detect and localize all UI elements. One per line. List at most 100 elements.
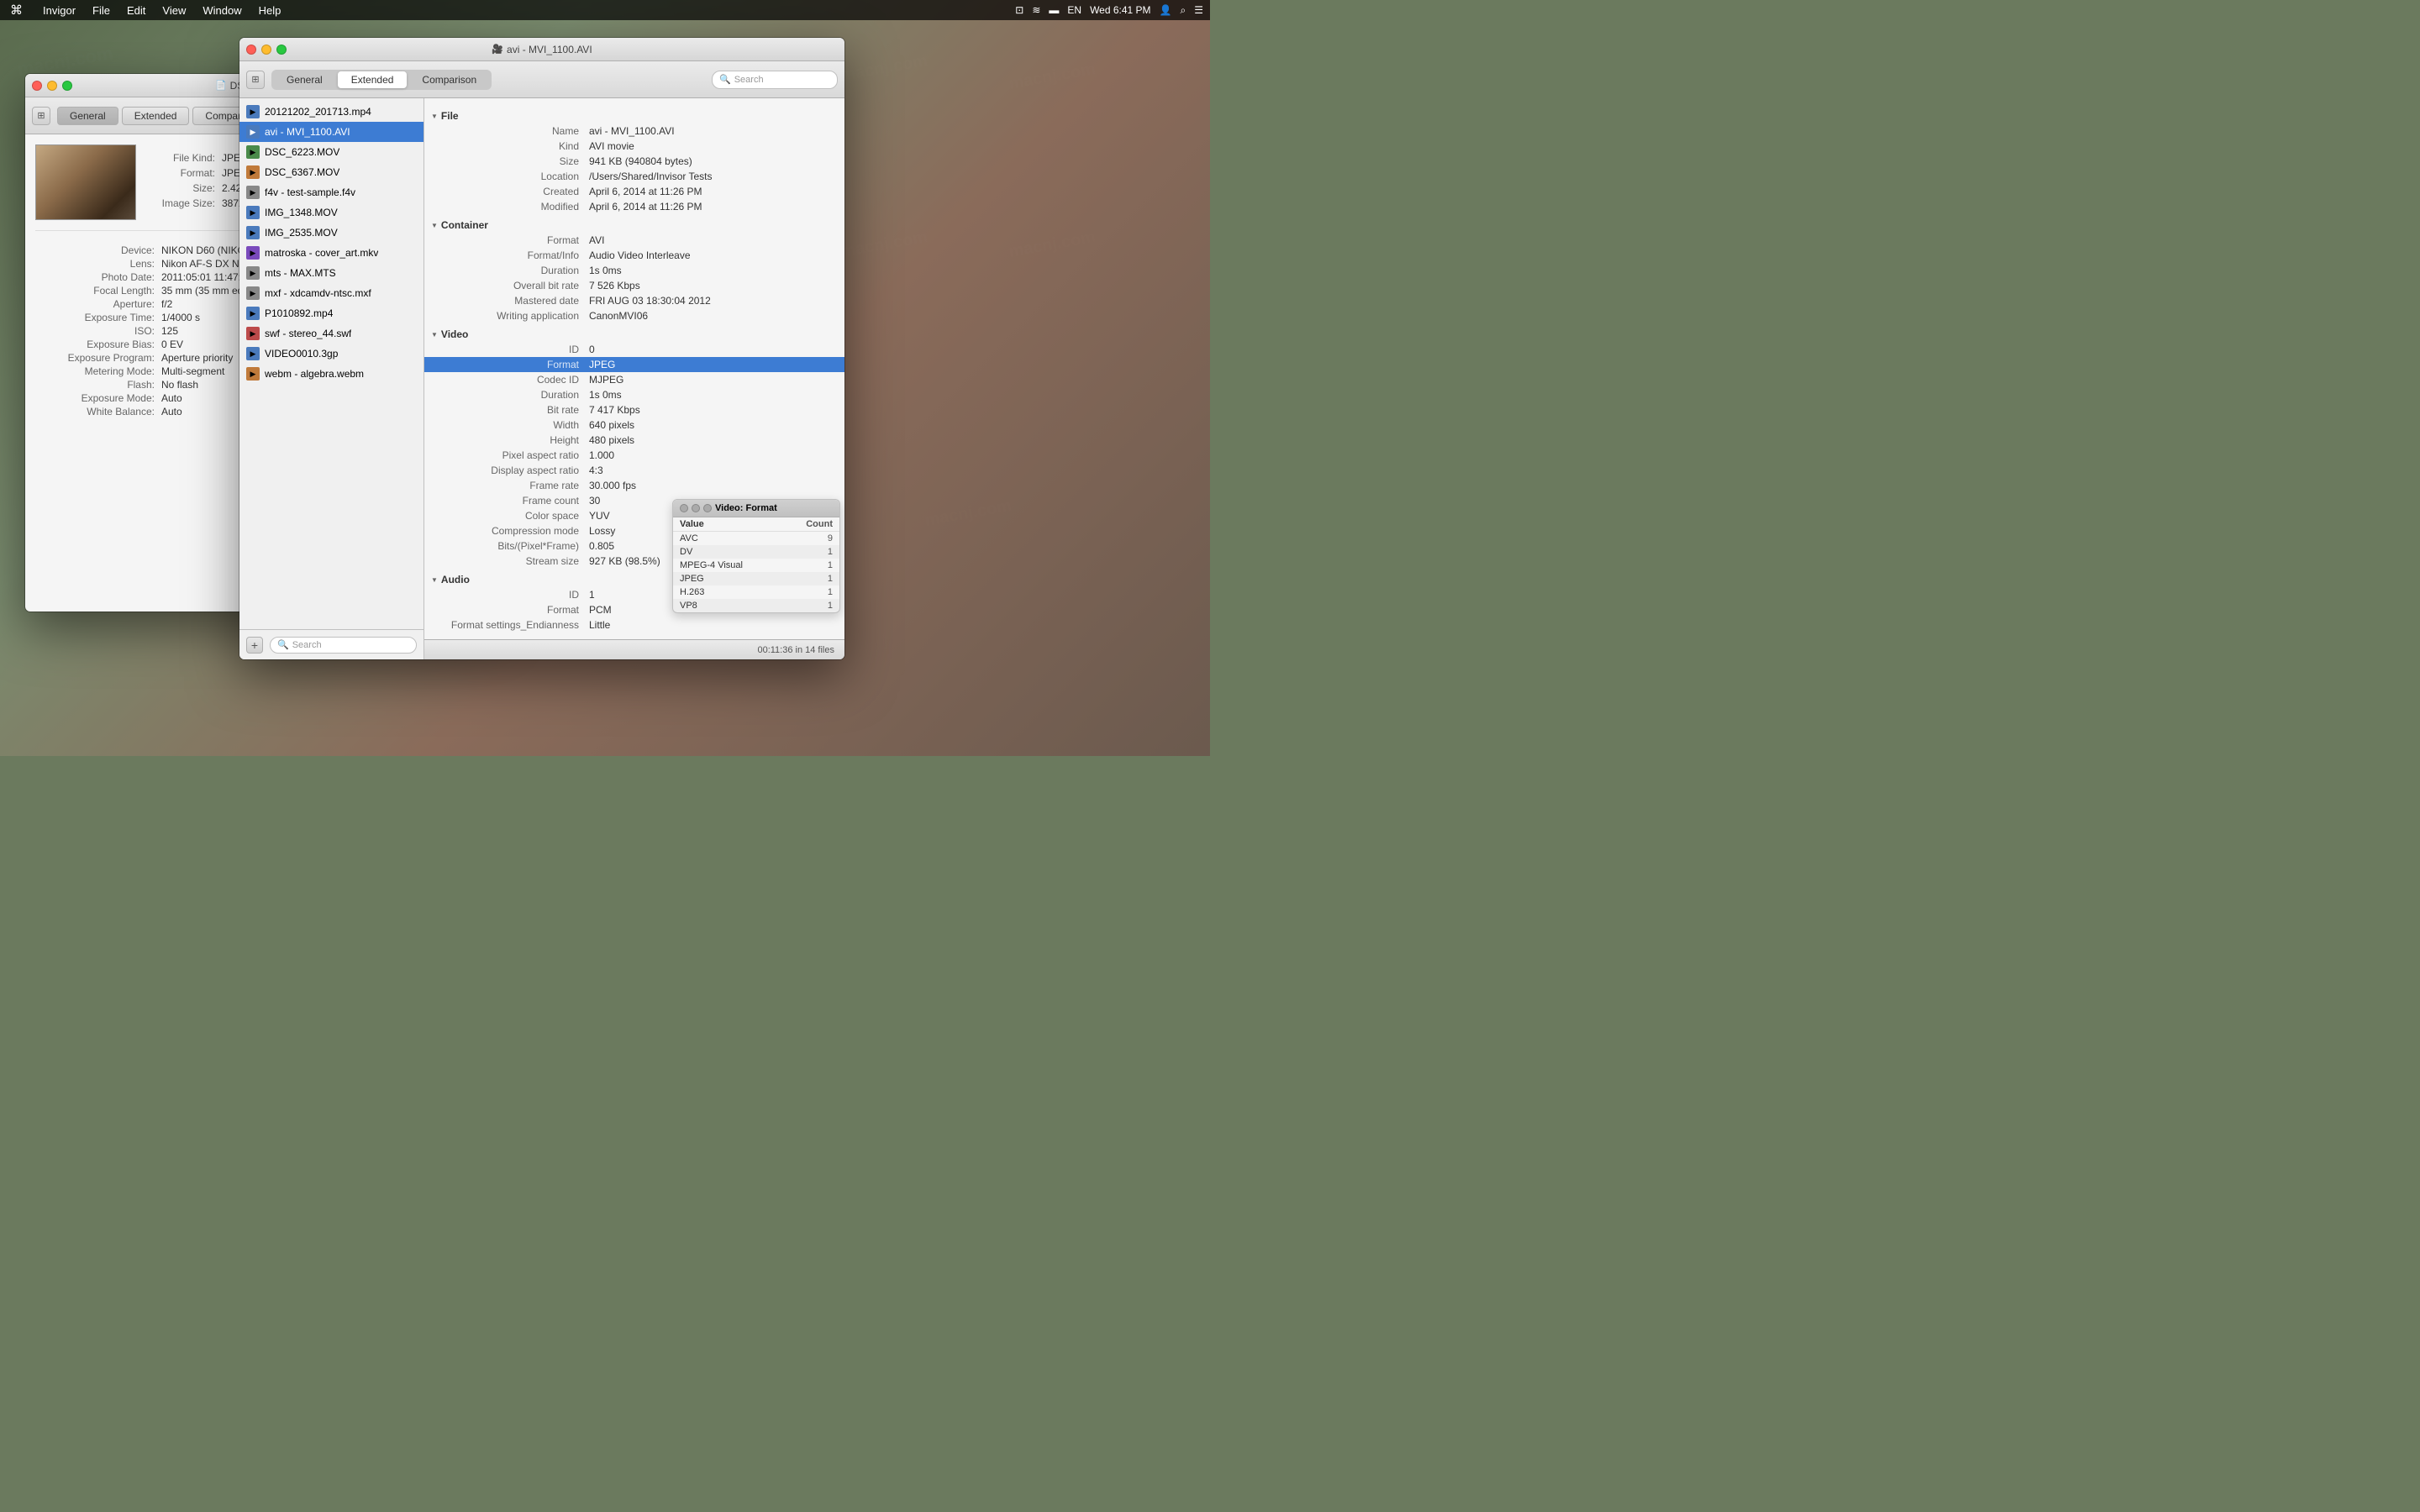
avi-file-icon: 🎥 [492,44,503,55]
row-value: April 6, 2014 at 11:26 PM [589,186,831,197]
sidebar-bottom: + 🔍 Search [239,629,424,659]
sidebar-item[interactable]: ▶matroska - cover_art.mkv [239,243,424,263]
menubar-wifi-icon: ≋ [1032,4,1040,16]
table-row: Bit rate7 417 Kbps [424,402,844,417]
exif-aperture-label: Aperture: [35,298,161,310]
menu-edit[interactable]: Edit [124,4,149,17]
close-button[interactable] [32,81,42,91]
sidebar-item[interactable]: ▶VIDEO0010.3gp [239,344,424,364]
popup-count: 1 [799,560,833,570]
avi-tab-comparison[interactable]: Comparison [408,71,490,88]
sidebar-item-icon: ▶ [246,145,260,159]
avi-tab-extended[interactable]: Extended [338,71,408,88]
row-label: Format [438,234,589,246]
row-value: CanonMVI06 [589,310,831,322]
row-label: Compression mode [438,525,589,537]
table-row: Mastered dateFRI AUG 03 18:30:04 2012 [424,293,844,308]
row-value: 640 pixels [589,419,831,431]
sidebar-item[interactable]: ▶DSC_6223.MOV [239,142,424,162]
container-rows: FormatAVI Format/InfoAudio Video Interlea… [424,233,844,323]
row-label: Overall bit rate [438,280,589,291]
menubar-battery-icon: ▬ [1049,4,1059,16]
tab-extended[interactable]: Extended [122,107,190,125]
tab-general[interactable]: General [57,107,118,125]
popup-value: AVC [680,533,799,543]
sidebar-item[interactable]: ▶IMG_1348.MOV [239,202,424,223]
sidebar-item[interactable]: ▶mxf - xdcamdv-ntsc.mxf [239,283,424,303]
app-name[interactable]: Invigor [39,4,79,17]
search-icon: 🔍 [719,74,731,85]
menu-help[interactable]: Help [255,4,285,17]
avi-search-box[interactable]: 🔍 Search [712,71,838,89]
row-value: AVI [589,234,831,246]
sidebar-item[interactable]: ▶P1010892.mp4 [239,303,424,323]
file-triangle-icon: ▼ [431,113,438,120]
thumbnail-image [36,145,135,219]
sidebar-search-box[interactable]: 🔍 Search [270,637,417,654]
exif-metering-mode-label: Metering Mode: [35,365,161,377]
file-section-header: ▼ File [424,108,844,123]
sidebar-item-name: P1010892.mp4 [265,307,333,319]
size-label: Size: [146,182,222,194]
sidebar-item-icon: ▶ [246,165,260,179]
popup-data-row: H.2631 [673,585,839,599]
menubar-search-icon[interactable]: ⌕ [1181,4,1186,17]
popup-header-count: Count [799,519,833,529]
table-row: Nameavi - MVI_1100.AVI [424,123,844,139]
table-row: Frame rate30.000 fps [424,478,844,493]
popup-minimize[interactable] [692,504,700,512]
sidebar-item[interactable]: ▶avi - MVI_1100.AVI [239,122,424,142]
jpeg-traffic-lights [32,81,72,91]
table-row: Format/InfoAudio Video Interleave [424,248,844,263]
popup-close[interactable] [680,504,688,512]
sidebar-item[interactable]: ▶f4v - test-sample.f4v [239,182,424,202]
exif-lens-label: Lens: [35,258,161,270]
row-value: MJPEG [589,374,831,386]
sidebar-item[interactable]: ▶DSC_6367.MOV [239,162,424,182]
row-label: Mastered date [438,295,589,307]
table-row: KindAVI movie [424,139,844,154]
minimize-button[interactable] [47,81,57,91]
maximize-button[interactable] [62,81,72,91]
image-size-label: Image Size: [146,197,222,209]
sidebar-item-name: IMG_1348.MOV [265,207,338,218]
info-pane-button[interactable]: ⊞ [32,107,50,125]
apple-menu[interactable]: ⌘ [7,3,26,18]
row-value: 7 417 Kbps [589,404,831,416]
table-row: Height480 pixels [424,433,844,448]
sidebar-item-icon: ▶ [246,186,260,199]
avi-info-pane-button[interactable]: ⊞ [246,71,265,89]
exif-iso-label: ISO: [35,325,161,337]
sidebar-item[interactable]: ▶ mts - MAX.MTS [239,263,424,283]
avi-close-button[interactable] [246,45,256,55]
sidebar-item-name: mts - MAX.MTS [265,267,336,279]
avi-sidebar: ▶20121202_201713.mp4▶avi - MVI_1100.AVI▶… [239,98,424,659]
format-label: Format: [146,167,222,179]
popup-traffic-lights [680,504,712,512]
exif-photo-date-label: Photo Date: [35,271,161,283]
sidebar-item[interactable]: ▶swf - stereo_44.swf [239,323,424,344]
sidebar-item-icon: ▶ [246,266,260,280]
avi-minimize-button[interactable] [261,45,271,55]
table-row: Width640 pixels [424,417,844,433]
avi-maximize-button[interactable] [276,45,287,55]
menubar-list-icon[interactable]: ☰ [1194,4,1203,16]
menu-file[interactable]: File [89,4,113,17]
exif-flash-label: Flash: [35,379,161,391]
menu-window[interactable]: Window [199,4,245,17]
video-section-title: Video [441,328,468,340]
row-label: Format [438,604,589,616]
row-value: 941 KB (940804 bytes) [589,155,831,167]
popup-maximize[interactable] [703,504,712,512]
sidebar-item[interactable]: ▶20121202_201713.mp4 [239,102,424,122]
avi-tab-general[interactable]: General [273,71,336,88]
sidebar-item[interactable]: ▶IMG_2535.MOV [239,223,424,243]
status-bar: 00:11:36 in 14 files [424,639,844,659]
menu-view[interactable]: View [159,4,189,17]
add-file-button[interactable]: + [246,637,263,654]
popup-count: 1 [799,547,833,557]
sidebar-item[interactable]: ▶webm - algebra.webm [239,364,424,384]
row-label: Bit rate [438,404,589,416]
popup-table: Value Count AVC9DV1MPEG-4 Visual1JPEG1H.… [673,517,839,612]
row-label: Created [438,186,589,197]
